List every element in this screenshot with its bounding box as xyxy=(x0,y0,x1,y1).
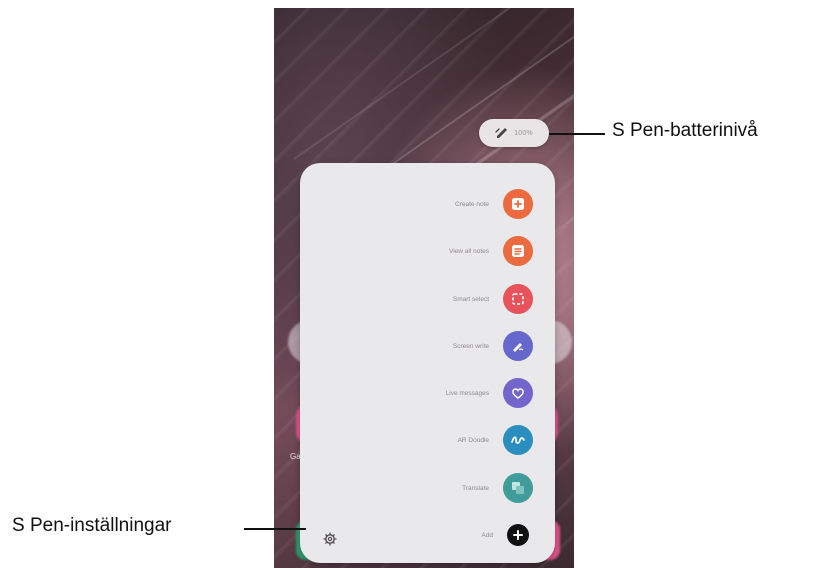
menu-item-label: Create note xyxy=(455,200,489,208)
menu-item-label: Screen write xyxy=(452,342,489,350)
battery-percent: 100% xyxy=(514,129,533,137)
menu-item-live-messages[interactable]: Live messages xyxy=(446,378,533,408)
s-pen-icon xyxy=(495,126,509,140)
battery-callout-label: S Pen-batterinivå xyxy=(612,120,758,141)
smart-select-icon xyxy=(503,284,533,314)
menu-item-label: Smart select xyxy=(452,295,489,303)
menu-item-screen-write[interactable]: Screen write xyxy=(453,331,533,361)
phone-screen: Ga e 100% Create note xyxy=(274,8,574,568)
create-note-icon xyxy=(503,189,533,219)
menu-item-smart-select[interactable]: Smart select xyxy=(453,284,533,314)
menu-item-label: AR Doodle xyxy=(457,436,489,444)
manual-illustration: Ga e 100% Create note xyxy=(0,0,823,568)
ar-doodle-icon xyxy=(503,425,533,455)
settings-button[interactable] xyxy=(320,531,340,551)
menu-item-label: Translate xyxy=(462,484,489,492)
screen-write-icon xyxy=(503,331,533,361)
gear-icon xyxy=(323,531,337,551)
add-icon xyxy=(507,524,529,546)
battery-callout-line xyxy=(549,133,605,135)
menu-item-create-note[interactable]: Create note xyxy=(455,189,533,219)
menu-item-label: Live messages xyxy=(445,389,489,397)
menu-item-add[interactable]: Add xyxy=(481,520,533,550)
settings-callout-label: S Pen-inställningar xyxy=(12,515,172,536)
air-command-panel: Create note View all notes Smart select … xyxy=(300,163,555,563)
menu-item-view-all-notes[interactable]: View all notes xyxy=(449,236,533,266)
menu-item-translate[interactable]: Translate xyxy=(462,473,533,503)
menu-item-label: Add xyxy=(481,531,493,539)
translate-icon xyxy=(503,473,533,503)
settings-callout-line xyxy=(244,528,306,530)
s-pen-battery-indicator: 100% xyxy=(479,119,549,147)
menu-item-ar-doodle[interactable]: AR Doodle xyxy=(458,425,533,455)
menu-item-label: View all notes xyxy=(449,247,489,255)
live-messages-icon xyxy=(503,378,533,408)
view-notes-icon xyxy=(503,236,533,266)
